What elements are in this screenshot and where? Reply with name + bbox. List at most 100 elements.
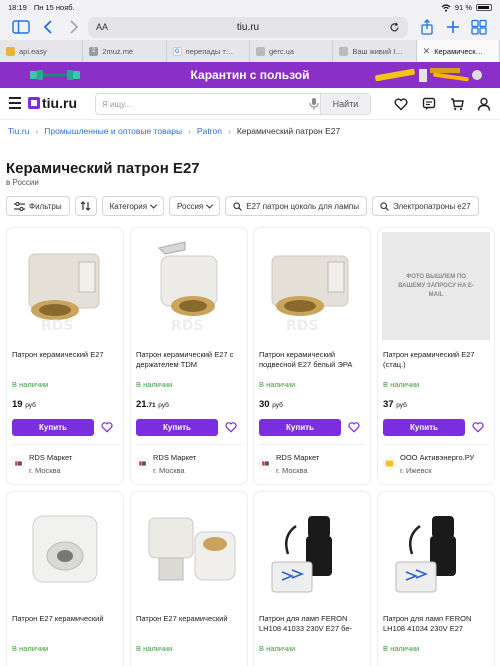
divider bbox=[383, 444, 489, 445]
product-image[interactable]: RDS bbox=[135, 232, 243, 340]
product-image[interactable]: RDS bbox=[11, 232, 119, 340]
buy-button[interactable]: Купить bbox=[259, 419, 341, 436]
product-name[interactable]: Патрон керамический E27 (стац.) bbox=[383, 350, 491, 370]
browser-tab[interactable]: api.easy bbox=[0, 40, 84, 62]
forward-icon[interactable] bbox=[64, 19, 82, 35]
filter-bar: Фильтры Категория Россия E27 патрон цоко… bbox=[6, 196, 479, 216]
product-name[interactable]: Патрон керамический E27 с держателем TDM bbox=[136, 350, 244, 370]
browser-tab[interactable]: gerc.ua bbox=[250, 40, 334, 62]
favorite-heart-icon[interactable] bbox=[225, 421, 237, 433]
seller-logo[interactable] bbox=[259, 457, 272, 470]
product-card[interactable]: Патрон для ламп FERON LH108 41033 230V E… bbox=[254, 492, 370, 666]
product-name[interactable]: Патрон керамический E27 bbox=[12, 350, 120, 360]
browser-tab[interactable]: Gперепады т… bbox=[167, 40, 250, 62]
product-price: 19 руб bbox=[12, 399, 36, 410]
sort-button[interactable] bbox=[74, 196, 97, 216]
product-name[interactable]: Патрон керамический подвесной E27 белый … bbox=[259, 350, 367, 370]
tabs-overview-icon[interactable] bbox=[470, 19, 488, 35]
address-bar[interactable]: AA tiu.ru bbox=[88, 17, 408, 38]
stock-status: В наличии bbox=[12, 380, 49, 389]
related-search-chip[interactable]: Электропатроны е27 bbox=[371, 196, 479, 216]
favorite-heart-icon[interactable] bbox=[472, 421, 484, 433]
seller-name[interactable]: RDS Маркет bbox=[29, 453, 72, 462]
svg-text:RDS: RDS bbox=[286, 318, 318, 334]
status-time: 18:19 bbox=[8, 3, 27, 12]
cart-icon[interactable] bbox=[450, 97, 464, 111]
buy-button[interactable]: Купить bbox=[12, 419, 94, 436]
stock-status: В наличии bbox=[12, 644, 49, 653]
chat-icon[interactable] bbox=[422, 97, 436, 111]
product-card[interactable]: Патрон E27 керамический В наличии bbox=[7, 492, 123, 666]
battery-percent: 91 % bbox=[454, 3, 472, 12]
search-input[interactable] bbox=[102, 97, 302, 112]
microphone-icon[interactable] bbox=[309, 98, 319, 110]
product-image[interactable] bbox=[382, 496, 490, 604]
seller-name[interactable]: ООО Активэнерго.РУ bbox=[400, 453, 474, 462]
tab-favicon-icon bbox=[255, 46, 265, 56]
seller-logo[interactable] bbox=[136, 457, 149, 470]
related-search-chip[interactable]: E27 патрон цоколь для лампы bbox=[225, 196, 367, 216]
share-icon[interactable] bbox=[418, 19, 436, 35]
product-card[interactable]: RDS Патрон керамический подвесной E27 бе… bbox=[254, 228, 370, 484]
page-title: Керамический патрон E27 bbox=[6, 160, 200, 177]
favorite-heart-icon[interactable] bbox=[348, 421, 360, 433]
seller-city: г. Москва bbox=[29, 466, 61, 475]
breadcrumb-link[interactable]: Промышленные и оптовые товары bbox=[44, 126, 182, 136]
reload-icon[interactable] bbox=[389, 22, 400, 33]
breadcrumb-link[interactable]: Patron bbox=[197, 126, 222, 136]
search-icon bbox=[380, 201, 389, 211]
back-icon[interactable] bbox=[40, 19, 58, 35]
browser-tab-active[interactable]: ✕ Керамическ… bbox=[416, 40, 500, 62]
sidebar-icon[interactable] bbox=[12, 19, 30, 35]
browser-tab[interactable]: 2 2muz.me bbox=[83, 40, 167, 62]
product-name[interactable]: Патрон для ламп FERON LH108 41034 230V E… bbox=[383, 614, 491, 634]
favorite-heart-icon[interactable] bbox=[101, 421, 113, 433]
product-card[interactable]: RDS Патрон керамический E27 с держателем… bbox=[131, 228, 247, 484]
product-image-placeholder[interactable]: ФОТО ВЫШЛЕМ ПО ВАШЕМУ ЗАПРОСУ НА E-MAIL bbox=[382, 232, 490, 340]
page-subtitle: в России bbox=[6, 178, 39, 187]
heart-icon[interactable] bbox=[394, 97, 408, 111]
divider bbox=[12, 444, 118, 445]
buy-button[interactable]: Купить bbox=[136, 419, 218, 436]
region-dropdown[interactable]: Россия bbox=[169, 196, 221, 216]
divider bbox=[259, 444, 365, 445]
seller-city: г. Москва bbox=[276, 466, 308, 475]
browser-toolbar: AA tiu.ru bbox=[0, 14, 500, 40]
product-image[interactable] bbox=[135, 496, 243, 604]
breadcrumb-link[interactable]: Tiu.ru bbox=[8, 126, 29, 136]
product-card[interactable]: Патрон E27 керамический В наличии bbox=[131, 492, 247, 666]
filters-button[interactable]: Фильтры bbox=[6, 196, 70, 216]
seller-logo[interactable] bbox=[12, 457, 25, 470]
seller-name[interactable]: RDS Маркет bbox=[153, 453, 196, 462]
product-name[interactable]: Патрон E27 керамический bbox=[12, 614, 120, 624]
seller-city: г. Ижевск bbox=[400, 466, 432, 475]
product-card[interactable]: Патрон для ламп FERON LH108 41034 230V E… bbox=[378, 492, 494, 666]
menu-icon[interactable] bbox=[9, 97, 21, 109]
svg-text:RDS: RDS bbox=[41, 318, 73, 334]
chevron-down-icon bbox=[149, 201, 158, 209]
new-tab-icon[interactable] bbox=[444, 19, 462, 35]
logo-text: tiu.ru bbox=[42, 95, 77, 111]
breadcrumb-separator-icon: › bbox=[227, 126, 231, 136]
search-button[interactable]: Найти bbox=[320, 94, 370, 114]
seller-name[interactable]: RDS Маркет bbox=[276, 453, 319, 462]
tab-close-icon[interactable]: ✕ bbox=[423, 46, 431, 57]
wifi-icon bbox=[441, 3, 451, 12]
buy-button[interactable]: Купить bbox=[383, 419, 465, 436]
product-name[interactable]: Патрон E27 керамический bbox=[136, 614, 244, 624]
site-logo[interactable]: tiu.ru bbox=[28, 95, 77, 111]
product-image[interactable]: RDS bbox=[258, 232, 366, 340]
chevron-down-icon bbox=[206, 201, 214, 209]
product-card[interactable]: RDS Патрон керамический E27 В наличии 19… bbox=[7, 228, 123, 484]
user-icon[interactable] bbox=[477, 97, 491, 111]
category-dropdown[interactable]: Категория bbox=[101, 196, 165, 216]
divider bbox=[136, 444, 242, 445]
product-image[interactable] bbox=[11, 496, 119, 604]
product-name[interactable]: Патрон для ламп FERON LH108 41033 230V E… bbox=[259, 614, 367, 634]
seller-logo[interactable] bbox=[383, 457, 396, 470]
product-card[interactable]: ФОТО ВЫШЛЕМ ПО ВАШЕМУ ЗАПРОСУ НА E-MAIL … bbox=[378, 228, 494, 484]
browser-tab[interactable]: Ваш живий І… bbox=[333, 40, 417, 62]
product-image[interactable] bbox=[258, 496, 366, 604]
tab-favicon-icon: 2 bbox=[89, 46, 99, 56]
promo-banner[interactable]: Карантин с пользой bbox=[0, 62, 500, 88]
